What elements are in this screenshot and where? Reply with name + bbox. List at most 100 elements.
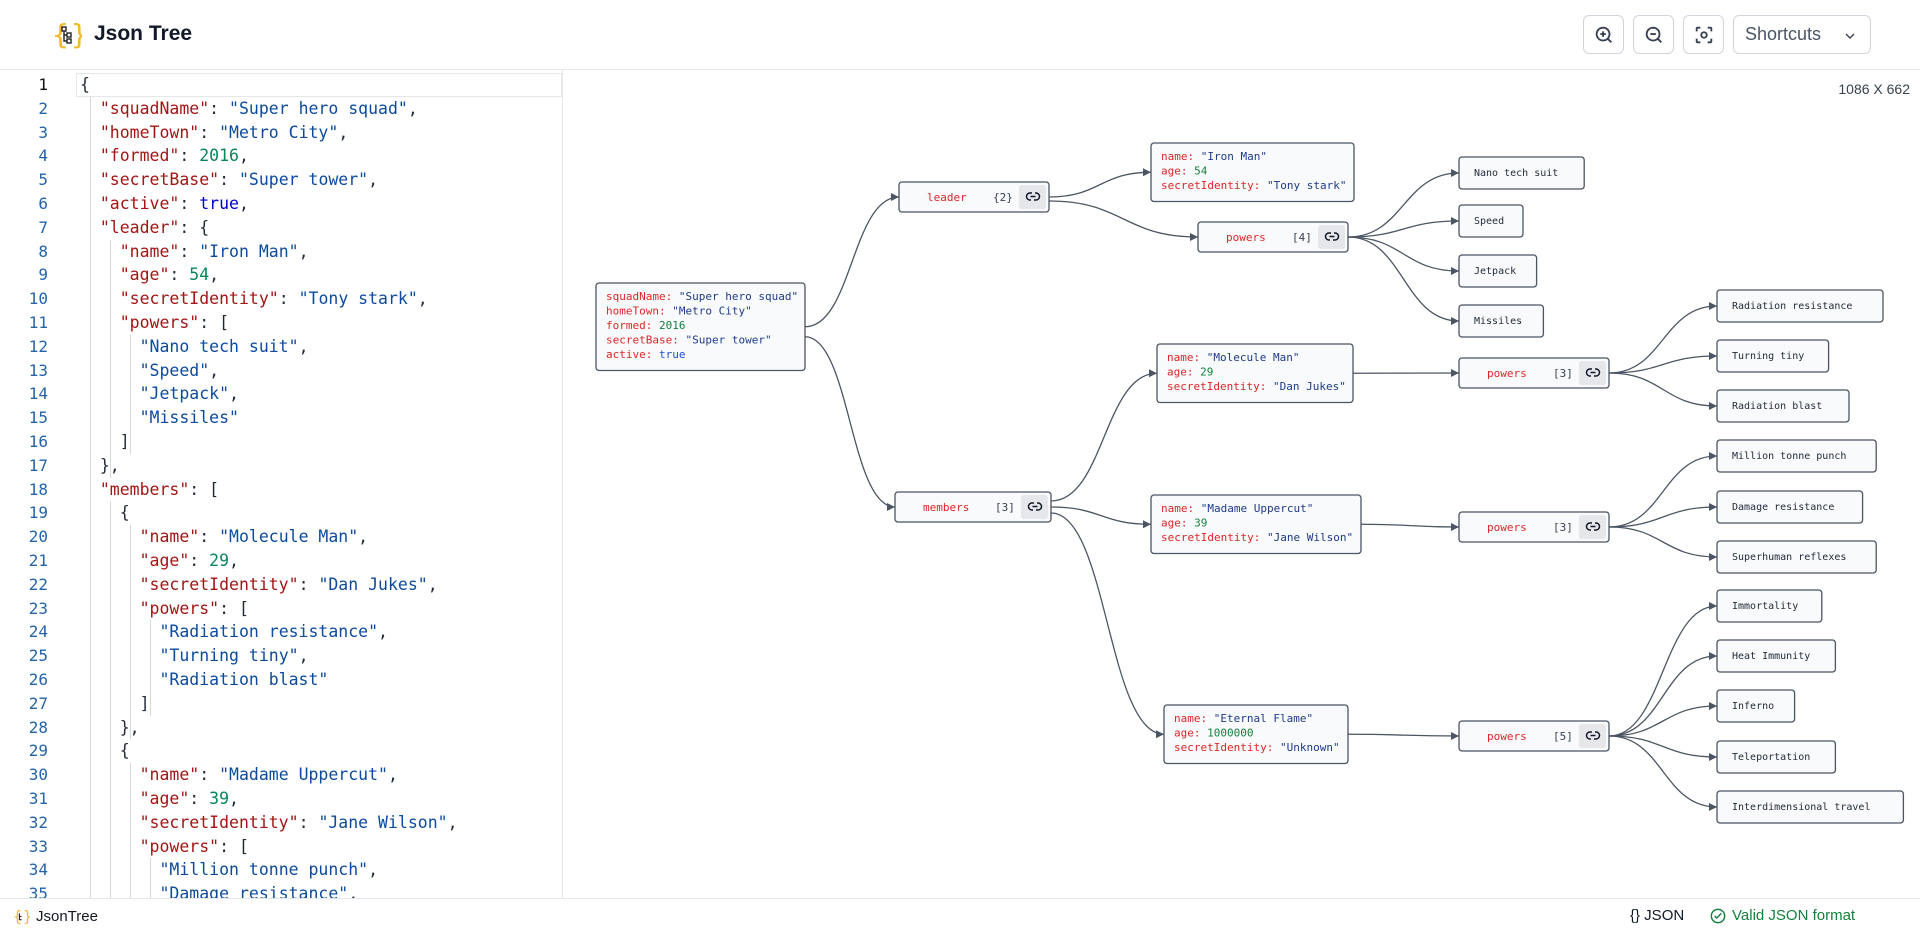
leaf-node[interactable]: Interdimensional travel [1716, 790, 1905, 824]
code-line[interactable]: 29 { [0, 739, 562, 763]
edge-arrow [887, 503, 895, 511]
line-code: }, [80, 454, 120, 478]
leader-powers-node[interactable]: powers [4] [1197, 221, 1349, 253]
leaf-node[interactable]: Inferno [1716, 689, 1796, 723]
leader-object-node[interactable]: name: "Iron Man" age: 54secretIdentity: "… [1150, 142, 1355, 203]
code-line[interactable]: 15 "Missiles" [0, 406, 562, 430]
node-token: age: [1161, 517, 1194, 530]
leaf-node[interactable]: Radiation blast [1716, 389, 1850, 423]
code-line[interactable]: 22 "secretIdentity": "Dan Jukes", [0, 573, 562, 597]
graph-canvas[interactable]: 1086 X 662 squadName: "Super hero squad"… [564, 70, 1920, 898]
root-node[interactable]: squadName: "Super hero squad" homeTown: "… [595, 282, 806, 372]
node-token: name: [1174, 712, 1214, 725]
code-line[interactable]: 9 "age": 54, [0, 263, 562, 287]
code-line[interactable]: 28 }, [0, 716, 562, 740]
members-node[interactable]: members [3] [894, 491, 1052, 523]
json-editor[interactable]: 1{2 "squadName": "Super hero squad", 3 "h… [0, 70, 563, 898]
format-indicator[interactable]: {} JSON [1630, 907, 1684, 924]
code-line[interactable]: 3 "homeTown": "Metro City", [0, 121, 562, 145]
graph-edge [1050, 512, 1165, 735]
shortcuts-dropdown[interactable]: Shortcuts [1733, 15, 1871, 54]
node-token: true [659, 348, 686, 361]
code-line[interactable]: 7 "leader": { [0, 216, 562, 240]
member-object-node[interactable]: name: "Madame Uppercut" age: 39secretIden… [1150, 494, 1362, 555]
edge-arrow [1451, 369, 1459, 377]
code-token: , [387, 765, 398, 785]
code-line[interactable]: 5 "secretBase": "Super tower", [0, 168, 562, 192]
code-line[interactable]: 30 "name": "Madame Uppercut", [0, 763, 562, 787]
code-line[interactable]: 1{ [0, 73, 562, 97]
code-line[interactable]: 16 ] [0, 430, 562, 454]
leader-node[interactable]: leader {2} [898, 181, 1050, 213]
code-line[interactable]: 8 "name": "Iron Man", [0, 240, 562, 264]
code-line[interactable]: 26 "Radiation blast" [0, 668, 562, 692]
zoom-out-button[interactable] [1633, 15, 1674, 54]
code-line[interactable]: 35 "Damage resistance", [0, 882, 562, 898]
code-line[interactable]: 17 }, [0, 454, 562, 478]
edge-arrow [891, 193, 899, 201]
fit-view-button[interactable] [1683, 15, 1724, 54]
leaf-node[interactable]: Immortality [1716, 589, 1823, 623]
line-code: { [80, 73, 90, 97]
json-tree-logo-icon[interactable]: { } [52, 16, 82, 52]
leaf-node[interactable]: Jetpack [1458, 254, 1538, 288]
leaf-node[interactable]: Turning tiny [1716, 339, 1830, 373]
leaf-node[interactable]: Speed [1458, 204, 1524, 238]
code-line[interactable]: 21 "age": 29, [0, 549, 562, 573]
code-line[interactable]: 12 "Nano tech suit", [0, 335, 562, 359]
member-powers-node[interactable]: powers [5] [1458, 720, 1610, 752]
code-line[interactable]: 31 "age": 39, [0, 787, 562, 811]
code-line[interactable]: 24 "Radiation resistance", [0, 620, 562, 644]
node-row: squadName: "Super hero squad" [606, 290, 798, 303]
member-powers-node[interactable]: powers [3] [1458, 357, 1610, 389]
code-line[interactable]: 14 "Jetpack", [0, 382, 562, 406]
node-token: 39 [1194, 517, 1207, 530]
code-line[interactable]: 20 "name": "Molecule Man", [0, 525, 562, 549]
node-token: age: [1174, 727, 1207, 740]
node-row: age: 1000000 [1174, 727, 1253, 740]
code-line[interactable]: 19 { [0, 501, 562, 525]
validation-status: Valid JSON format [1710, 907, 1855, 924]
leaf-node[interactable]: Million tonne punch [1716, 439, 1877, 473]
code-token: , [298, 336, 309, 356]
zoom-in-button[interactable] [1583, 15, 1624, 54]
graph-edge [1608, 526, 1718, 558]
graph-edge [1360, 523, 1460, 528]
footer-brand[interactable]: { } JsonTree [12, 907, 98, 926]
code-line[interactable]: 18 "members": [ [0, 478, 562, 502]
code-token: "Radiation resistance" [159, 622, 379, 642]
edge-arrow [1709, 402, 1717, 410]
node-row: secretIdentity: "Tony stark" [1161, 179, 1346, 192]
leaf-node[interactable]: Radiation resistance [1716, 289, 1884, 323]
code-line[interactable]: 33 "powers": [ [0, 835, 562, 859]
leaf-node[interactable]: Superhuman reflexes [1716, 540, 1877, 574]
json-graph[interactable]: squadName: "Super hero squad" homeTown: "… [564, 70, 1920, 898]
code-line[interactable]: 23 "powers": [ [0, 597, 562, 621]
code-line[interactable]: 13 "Speed", [0, 359, 562, 383]
node-key: powers [1487, 367, 1527, 380]
member-object-node[interactable]: name: "Molecule Man" age: 29secretIdentit… [1156, 343, 1354, 404]
code-token: , [298, 646, 309, 666]
code-line[interactable]: 2 "squadName": "Super hero squad", [0, 97, 562, 121]
line-code: "secretBase": "Super tower", [80, 168, 378, 192]
code-line[interactable]: 32 "secretIdentity": "Jane Wilson", [0, 811, 562, 835]
leaf-node[interactable]: Nano tech suit [1458, 156, 1585, 190]
code-line[interactable]: 6 "active": true, [0, 192, 562, 216]
node-token: secretIdentity: [1167, 380, 1273, 393]
code-line[interactable]: 11 "powers": [ [0, 311, 562, 335]
code-line[interactable]: 4 "formed": 2016, [0, 144, 562, 168]
leaf-node[interactable]: Heat Immunity [1716, 639, 1837, 673]
member-powers-node[interactable]: powers [3] [1458, 511, 1610, 543]
member-object-node[interactable]: name: "Eternal Flame" age: 1000000secretI… [1163, 704, 1349, 765]
code-token: "Jetpack" [139, 384, 230, 404]
code-line[interactable]: 25 "Turning tiny", [0, 644, 562, 668]
leaf-node[interactable]: Damage resistance [1716, 490, 1864, 524]
leaf-node[interactable]: Teleportation [1716, 740, 1837, 774]
code-line[interactable]: 34 "Million tonne punch", [0, 858, 562, 882]
code-line[interactable]: 27 ] [0, 692, 562, 716]
code-line[interactable]: 10 "secretIdentity": "Tony stark", [0, 287, 562, 311]
leaf-node[interactable]: Missiles [1458, 304, 1545, 338]
